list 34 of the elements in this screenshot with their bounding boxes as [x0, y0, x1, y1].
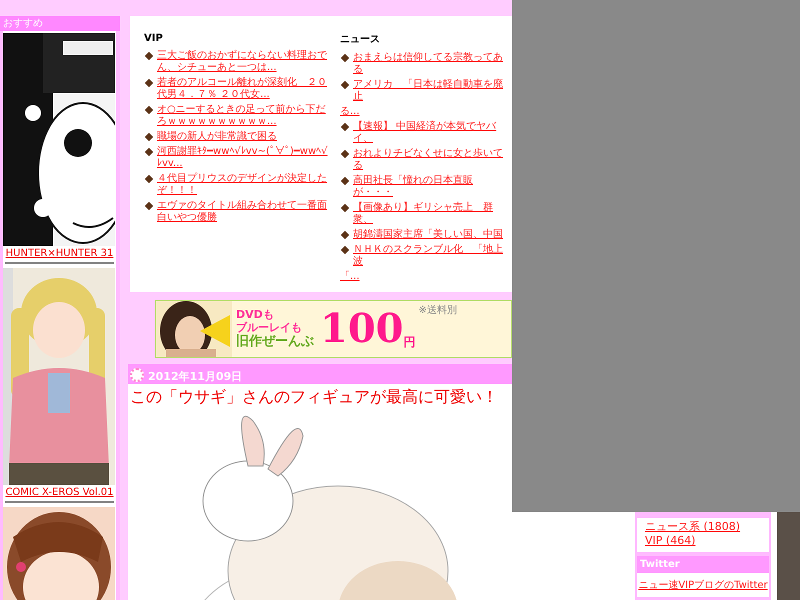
post-date: 2012年11月09日 [148, 370, 242, 384]
headline-link[interactable]: オ○ニーするときの足って前から下だろｗｗｗｗｗｗｗｗｗｗ... [157, 104, 332, 128]
banner-text: 円 [404, 334, 416, 351]
headline-link[interactable]: 若者のアルコール離れが深刻化 ２０代男４．７％ ２０代女... [157, 77, 332, 101]
sidebar-title: おすすめ [0, 16, 120, 31]
banner-text: ブルーレイも [236, 321, 302, 334]
headline-link[interactable]: おまえらは信仰してる宗教ってある [353, 52, 510, 76]
headline-link[interactable]: エヴァのタイトル組み合わせて一番面白いやつ優勝 [157, 200, 332, 224]
flower-icon [130, 368, 144, 382]
headline-link[interactable]: 三大ご飯のおかずにならない料理おでん、シチューあと一つは... [157, 50, 332, 74]
widget-title: Twitter [637, 556, 769, 573]
twitter-link[interactable]: ニュー速VIPブログのTwitter [638, 579, 768, 593]
section-title: VIP [144, 33, 163, 44]
headline-link[interactable]: 職場の新人が非常識で困る [157, 131, 277, 143]
category-link[interactable]: ニュース系 (1808) [645, 520, 763, 534]
headline-link[interactable]: 「... [340, 271, 510, 283]
headline-link[interactable]: 河西謝罪ｷﾀ━wwﾍ√ﾚvv~(ﾟ∀ﾟ)━wwﾍ√ﾚvv... [157, 146, 332, 170]
headline-link[interactable]: る... [340, 106, 510, 118]
headline-link[interactable]: おれよりチビなくせに女と歩いてる [353, 148, 510, 172]
banner-text: 旧作ぜーんぶ [236, 334, 314, 350]
price-text: 100 [320, 307, 404, 351]
section-title: ニュース [340, 33, 380, 46]
headline-link[interactable]: 胡錦濤国家主席「美しい国、中国 [353, 229, 503, 241]
headline-link[interactable]: 高田社長「憧れの日本直販が・・・ [353, 175, 510, 199]
sidebar-link[interactable]: HUNTER×HUNTER 31 [3, 248, 116, 259]
headline-link[interactable]: アメリカ 「日本は軽自動車を廃止 [353, 79, 510, 103]
sidebar-link[interactable]: COMIC X-EROS Vol.01 [3, 487, 116, 498]
headline-link[interactable]: 【画像あり】ギリシャ売上 群衆、 [353, 202, 510, 226]
category-link[interactable]: VIP (464) [645, 534, 763, 548]
headline-link[interactable]: ４代目プリウスのデザインが決定したぞ！！！ [157, 173, 332, 197]
banner-text: DVDも [236, 308, 274, 321]
headline-link[interactable]: ＮＨＫのスクランブル化 「地上波 [353, 244, 510, 268]
headline-link[interactable]: 【速報】 中国経済が本気でヤバイ、 [353, 121, 510, 145]
banner-note: ※送料別 [418, 304, 457, 317]
